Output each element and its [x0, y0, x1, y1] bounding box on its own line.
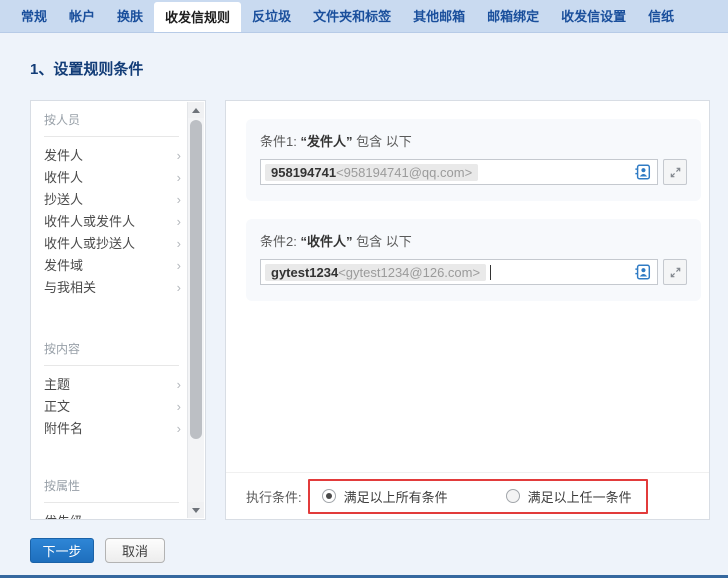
tab-folders-labels[interactable]: 文件夹和标签: [302, 0, 402, 32]
address-book-icon: [634, 163, 652, 181]
sidebar-item-subject[interactable]: 主题 ›: [31, 374, 205, 396]
radio-match-any-condition[interactable]: 满足以上任一条件: [506, 487, 632, 506]
tab-mail-rules[interactable]: 收发信规则: [154, 2, 241, 32]
sidebar-scrollbar[interactable]: [187, 102, 204, 518]
divider: [44, 136, 179, 137]
sidebar-item-related-to-me[interactable]: 与我相关 ›: [31, 277, 205, 299]
rule-conditions-panel: 条件1: “发件人” 包含 以下 958194741<958194741@qq.…: [225, 100, 710, 520]
contact-chip-email: <958194741@qq.com>: [336, 165, 472, 180]
radio-button-selected-icon[interactable]: [322, 489, 336, 503]
condition-1-suffix: 包含 以下: [352, 134, 411, 149]
sidebar-item-label: 收件人或抄送人: [44, 233, 135, 255]
tab-general[interactable]: 常规: [10, 0, 58, 32]
arrow-down-icon: [192, 508, 200, 513]
chevron-right-icon: ›: [177, 396, 181, 418]
condition-2-field: “收件人”: [300, 234, 352, 249]
radio-match-all-conditions[interactable]: 满足以上所有条件: [322, 487, 448, 506]
chevron-right-icon: ›: [177, 277, 181, 299]
tab-account[interactable]: 帐户: [58, 0, 106, 32]
condition-2-block: 条件2: “收件人” 包含 以下 gytest1234<gytest1234@1…: [246, 219, 701, 301]
scroll-down-button[interactable]: [188, 502, 204, 518]
condition-2-suffix: 包含 以下: [352, 234, 411, 249]
expand-input-button[interactable]: [663, 259, 687, 285]
sidebar-item-priority[interactable]: 优先级 ›: [31, 511, 205, 519]
scroll-up-button[interactable]: [188, 102, 204, 118]
step-heading: 1、设置规则条件: [30, 58, 143, 79]
sidebar-item-recipient-or-sender[interactable]: 收件人或发件人 ›: [31, 211, 205, 233]
chevron-right-icon: ›: [177, 511, 181, 519]
condition-1-block: 条件1: “发件人” 包含 以下 958194741<958194741@qq.…: [246, 119, 701, 201]
rule-category-sidebar: 按人员 发件人 › 收件人 › 抄送人 › 收件人或发件人 › 收件人或抄送人 …: [30, 100, 206, 520]
sidebar-item-sender-domain[interactable]: 发件域 ›: [31, 255, 205, 277]
cancel-button[interactable]: 取消: [105, 538, 165, 563]
sidebar-item-label: 抄送人: [44, 189, 83, 211]
sidebar-list: 按人员 发件人 › 收件人 › 抄送人 › 收件人或发件人 › 收件人或抄送人 …: [31, 101, 205, 519]
settings-tabbar: 常规 帐户 换肤 收发信规则 反垃圾 文件夹和标签 其他邮箱 邮箱绑定 收发信设…: [0, 0, 728, 33]
contact-chip-name: 958194741: [271, 165, 336, 180]
condition-2-label: 条件2: “收件人” 包含 以下: [260, 231, 687, 250]
expand-icon: [669, 266, 682, 279]
radio-label: 满足以上所有条件: [344, 487, 448, 506]
sidebar-item-label: 发件域: [44, 255, 83, 277]
contact-chip-email: <gytest1234@126.com>: [338, 265, 480, 280]
sidebar-item-sender[interactable]: 发件人 ›: [31, 145, 205, 167]
chevron-right-icon: ›: [177, 189, 181, 211]
execution-condition-row: 执行条件: 满足以上所有条件 满足以上任一条件: [226, 472, 709, 519]
condition-2-input[interactable]: gytest1234<gytest1234@126.com>: [260, 259, 658, 285]
sidebar-item-recipient-or-cc[interactable]: 收件人或抄送人 ›: [31, 233, 205, 255]
sidebar-item-label: 附件名: [44, 418, 83, 440]
tab-mailbox-binding[interactable]: 邮箱绑定: [476, 0, 550, 32]
condition-2-prefix: 条件2:: [260, 234, 300, 249]
highlight-annotation-box: 满足以上所有条件 满足以上任一条件: [308, 479, 648, 514]
sidebar-item-label: 优先级: [44, 511, 83, 519]
next-step-button[interactable]: 下一步: [30, 538, 94, 563]
open-contacts-button[interactable]: [633, 262, 653, 282]
sidebar-item-attachment-name[interactable]: 附件名 ›: [31, 418, 205, 440]
contact-chip-name: gytest1234: [271, 265, 338, 280]
settings-page: 常规 帐户 换肤 收发信规则 反垃圾 文件夹和标签 其他邮箱 邮箱绑定 收发信设…: [0, 0, 728, 578]
radio-button-icon[interactable]: [506, 489, 520, 503]
arrow-up-icon: [192, 108, 200, 113]
sidebar-item-recipient[interactable]: 收件人 ›: [31, 167, 205, 189]
sidebar-item-label: 与我相关: [44, 277, 96, 299]
divider: [44, 502, 179, 503]
open-contacts-button[interactable]: [633, 162, 653, 182]
sidebar-item-label: 发件人: [44, 145, 83, 167]
radio-label: 满足以上任一条件: [528, 487, 632, 506]
divider: [44, 365, 179, 366]
chevron-right-icon: ›: [177, 233, 181, 255]
sidebar-item-label: 主题: [44, 374, 70, 396]
sidebar-item-body[interactable]: 正文 ›: [31, 396, 205, 418]
condition-1-field: “发件人”: [300, 134, 352, 149]
execution-condition-label: 执行条件:: [246, 487, 302, 506]
contact-chip[interactable]: 958194741<958194741@qq.com>: [265, 164, 478, 181]
chevron-right-icon: ›: [177, 167, 181, 189]
chevron-right-icon: ›: [177, 145, 181, 167]
chevron-right-icon: ›: [177, 418, 181, 440]
address-book-icon: [634, 263, 652, 281]
sidebar-item-label: 收件人或发件人: [44, 211, 135, 233]
chevron-right-icon: ›: [177, 255, 181, 277]
sidebar-item-cc[interactable]: 抄送人 ›: [31, 189, 205, 211]
condition-1-prefix: 条件1:: [260, 134, 300, 149]
contact-chip[interactable]: gytest1234<gytest1234@126.com>: [265, 264, 486, 281]
text-cursor: [490, 265, 491, 280]
expand-icon: [669, 166, 682, 179]
expand-input-button[interactable]: [663, 159, 687, 185]
tab-stationery[interactable]: 信纸: [637, 0, 685, 32]
group-label-by-attribute: 按属性: [31, 476, 205, 496]
chevron-right-icon: ›: [177, 211, 181, 233]
tab-antispam[interactable]: 反垃圾: [241, 0, 302, 32]
chevron-right-icon: ›: [177, 374, 181, 396]
scrollbar-thumb[interactable]: [190, 120, 202, 439]
group-label-by-person: 按人员: [31, 110, 205, 130]
group-label-by-content: 按内容: [31, 339, 205, 359]
tab-other-mailboxes[interactable]: 其他邮箱: [402, 0, 476, 32]
tab-skin[interactable]: 换肤: [106, 0, 154, 32]
sidebar-item-label: 正文: [44, 396, 70, 418]
condition-1-input[interactable]: 958194741<958194741@qq.com>: [260, 159, 658, 185]
tab-send-receive-settings[interactable]: 收发信设置: [550, 0, 637, 32]
sidebar-item-label: 收件人: [44, 167, 83, 189]
condition-1-label: 条件1: “发件人” 包含 以下: [260, 131, 687, 150]
